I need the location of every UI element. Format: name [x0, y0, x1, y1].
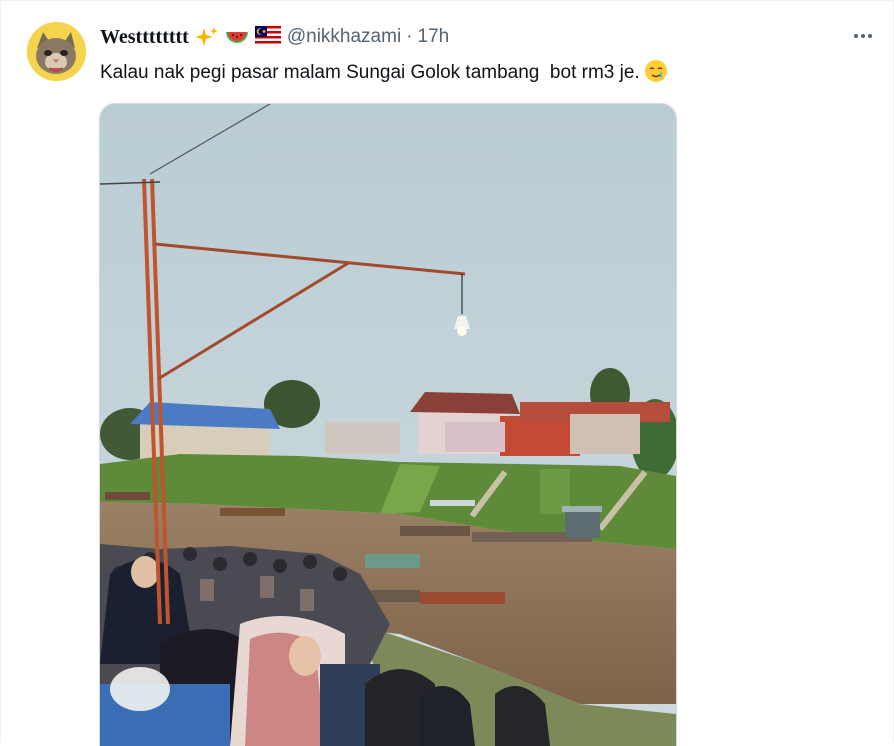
- tweet-text: Kalau nak pegi pasar malam Sungai Golok …: [100, 59, 668, 86]
- river-scene-image: [100, 104, 676, 746]
- cat-avatar-icon: [27, 22, 86, 81]
- display-name[interactable]: Westttttttt: [100, 26, 189, 49]
- tweet-header: Westttttttt @nikkhazami · 17h: [100, 25, 449, 49]
- watermelon-emoji-icon: [225, 26, 249, 48]
- crying-smile-emoji-icon: [644, 59, 668, 83]
- tweet-photo[interactable]: [99, 103, 677, 746]
- malaysia-flag-emoji-icon: [254, 25, 282, 48]
- user-handle[interactable]: @nikkhazami: [287, 26, 401, 48]
- more-horizontal-icon[interactable]: [850, 27, 876, 45]
- timestamp[interactable]: 17h: [418, 26, 450, 48]
- avatar[interactable]: [27, 22, 86, 81]
- separator-dot: ·: [406, 26, 413, 47]
- tweet-card[interactable]: Westttttttt @nikkhazami · 17h Kalau nak …: [0, 0, 894, 746]
- tweet-text-content: Kalau nak pegi pasar malam Sungai Golok …: [100, 62, 640, 83]
- sparkles-emoji-icon: [194, 26, 219, 48]
